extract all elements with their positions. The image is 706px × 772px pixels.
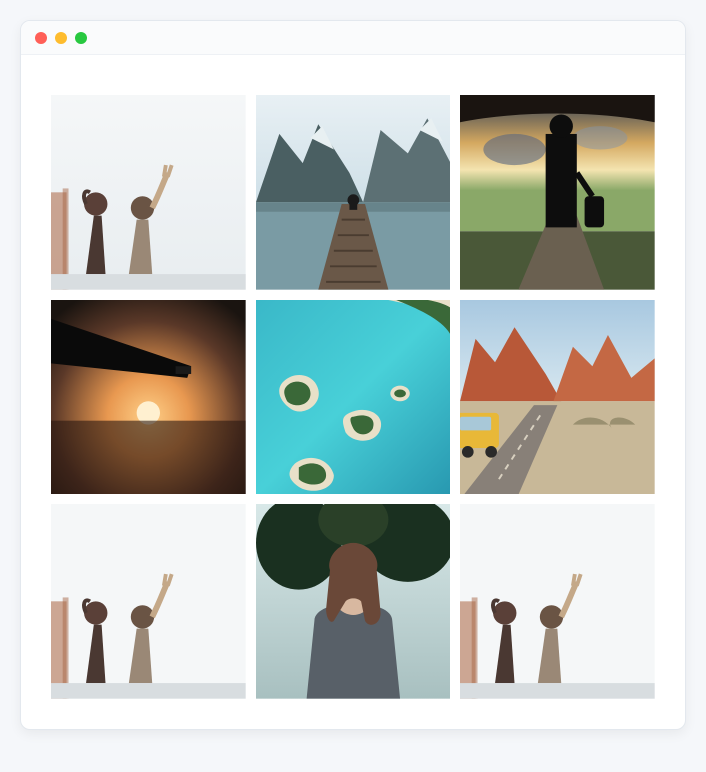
grid-tile[interactable] <box>51 95 246 290</box>
grid-tile[interactable] <box>460 504 655 699</box>
gallery-content <box>21 55 685 729</box>
app-window <box>20 20 686 730</box>
friends-peace-icon <box>51 95 246 290</box>
image-grid <box>51 95 655 699</box>
friends-peace-icon <box>51 504 246 699</box>
lake-dock-icon <box>256 95 451 290</box>
close-icon[interactable] <box>35 32 47 44</box>
van-desert-icon <box>460 300 655 495</box>
aerial-islands-icon <box>256 300 451 495</box>
maximize-icon[interactable] <box>75 32 87 44</box>
traveler-sunset-icon <box>460 95 655 290</box>
grid-tile[interactable] <box>460 300 655 495</box>
airplane-wing-icon <box>51 300 246 495</box>
grid-tile[interactable] <box>256 504 451 699</box>
portrait-trees-icon <box>256 504 451 699</box>
grid-tile[interactable] <box>460 95 655 290</box>
window-titlebar <box>21 21 685 55</box>
grid-tile[interactable] <box>51 300 246 495</box>
friends-peace-icon <box>460 504 655 699</box>
minimize-icon[interactable] <box>55 32 67 44</box>
grid-tile[interactable] <box>51 504 246 699</box>
grid-tile[interactable] <box>256 300 451 495</box>
grid-tile[interactable] <box>256 95 451 290</box>
